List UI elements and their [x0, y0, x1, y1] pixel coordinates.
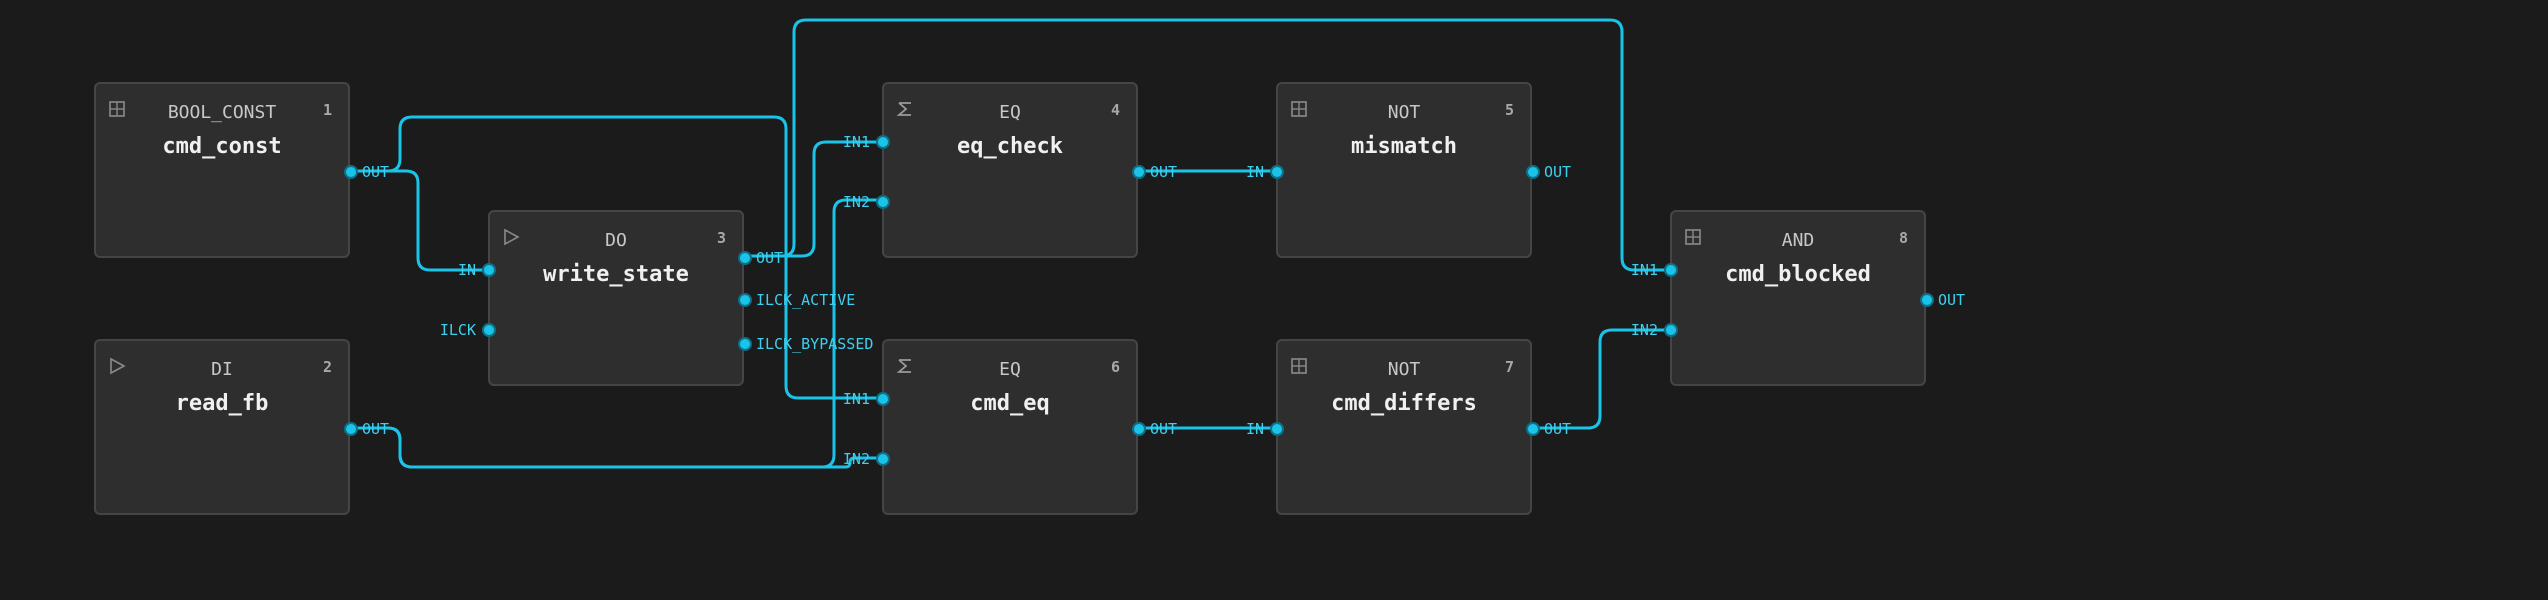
node-cmd-const[interactable]: BOOL_CONST 1 cmd_const OUT: [94, 82, 389, 258]
port-label-out: OUT: [1150, 420, 1178, 438]
input-port-in1[interactable]: [1664, 263, 1678, 277]
wire-n1-out-to-n3-in[interactable]: [350, 169, 488, 272]
node-write-state[interactable]: DO 3 write_state IN ILCK OUT ILCK_ACTIVE…: [440, 210, 873, 386]
input-port-in1[interactable]: [876, 392, 890, 406]
node-type-label: BOOL_CONST: [167, 102, 277, 123]
node-type-label: AND: [1781, 230, 1815, 251]
input-port-in2[interactable]: [876, 195, 890, 209]
node-read-fb[interactable]: DI 2 read_fb OUT: [94, 339, 389, 515]
port-label-in2: IN2: [1630, 321, 1658, 339]
node-index: 1: [322, 101, 332, 119]
node-type-label: NOT: [1387, 102, 1421, 123]
node-index: 5: [1504, 101, 1514, 119]
port-label-out: OUT: [756, 249, 784, 267]
node-title: mismatch: [1351, 134, 1457, 159]
wire-n7-out-to-n8-in2[interactable]: [1532, 328, 1670, 430]
port-label-out: OUT: [362, 163, 390, 181]
output-port-out[interactable]: [1132, 165, 1146, 179]
node-type-label: EQ: [999, 102, 1021, 123]
input-port-ilck[interactable]: [482, 323, 496, 337]
node-cmd-eq[interactable]: EQ 6 cmd_eq IN1 IN2 OUT: [843, 339, 1177, 515]
output-port-ilck-active[interactable]: [738, 293, 752, 307]
node-cmd-differs[interactable]: NOT 7 cmd_differs IN OUT: [1246, 339, 1571, 515]
port-label-ilck: ILCK: [439, 321, 476, 339]
port-label-out: OUT: [1544, 420, 1572, 438]
port-label-in: IN: [1245, 163, 1264, 181]
port-label-ilck-active: ILCK_ACTIVE: [756, 291, 856, 309]
node-index: 7: [1504, 358, 1514, 376]
node-graph-canvas[interactable]: BOOL_CONST 1 cmd_const OUT DI 2 read_fb …: [0, 0, 2548, 600]
node-type-label: EQ: [999, 359, 1021, 380]
output-port-out[interactable]: [344, 165, 358, 179]
output-port-ilck-bypassed[interactable]: [738, 337, 752, 351]
output-port-out[interactable]: [1920, 293, 1934, 307]
node-index: 3: [716, 229, 726, 247]
port-label-out: OUT: [1544, 163, 1572, 181]
output-port-out[interactable]: [344, 422, 358, 436]
node-index: 6: [1110, 358, 1120, 376]
wires-layer: [350, 18, 1670, 469]
output-port-out[interactable]: [1526, 422, 1540, 436]
node-index: 8: [1898, 229, 1908, 247]
node-index: 4: [1110, 101, 1120, 119]
port-label-in2: IN2: [842, 193, 870, 211]
node-mismatch[interactable]: NOT 5 mismatch IN OUT: [1246, 82, 1571, 258]
node-title: write_state: [543, 262, 689, 287]
output-port-out[interactable]: [1526, 165, 1540, 179]
output-port-out[interactable]: [738, 251, 752, 265]
node-type-label: NOT: [1387, 359, 1421, 380]
port-label-ilck-bypassed: ILCK_BYPASSED: [756, 335, 874, 353]
node-index: 2: [322, 358, 332, 376]
input-port-in2[interactable]: [1664, 323, 1678, 337]
node-type-label: DI: [211, 359, 233, 380]
node-eq-check[interactable]: EQ 4 eq_check IN1 IN2 OUT: [843, 82, 1177, 258]
input-port-in2[interactable]: [876, 452, 890, 466]
input-port-in[interactable]: [1270, 165, 1284, 179]
input-port-in[interactable]: [1270, 422, 1284, 436]
port-label-in1: IN1: [1630, 261, 1658, 279]
node-title: cmd_const: [162, 134, 282, 159]
port-label-in1: IN1: [842, 133, 870, 151]
node-type-label: DO: [605, 230, 627, 251]
input-port-in1[interactable]: [876, 135, 890, 149]
port-label-out: OUT: [1150, 163, 1178, 181]
port-label-out: OUT: [362, 420, 390, 438]
port-label-in2: IN2: [842, 450, 870, 468]
input-port-in[interactable]: [482, 263, 496, 277]
port-label-in: IN: [457, 261, 476, 279]
output-port-out[interactable]: [1132, 422, 1146, 436]
node-title: eq_check: [957, 134, 1063, 159]
node-title: cmd_differs: [1331, 391, 1477, 416]
port-label-in: IN: [1245, 420, 1264, 438]
node-cmd-blocked[interactable]: AND 8 cmd_blocked IN1 IN2 OUT: [1631, 210, 1965, 386]
node-title: cmd_blocked: [1725, 262, 1871, 287]
node-title: cmd_eq: [970, 391, 1050, 416]
port-label-out: OUT: [1938, 291, 1966, 309]
port-label-in1: IN1: [842, 390, 870, 408]
node-title: read_fb: [175, 391, 269, 416]
